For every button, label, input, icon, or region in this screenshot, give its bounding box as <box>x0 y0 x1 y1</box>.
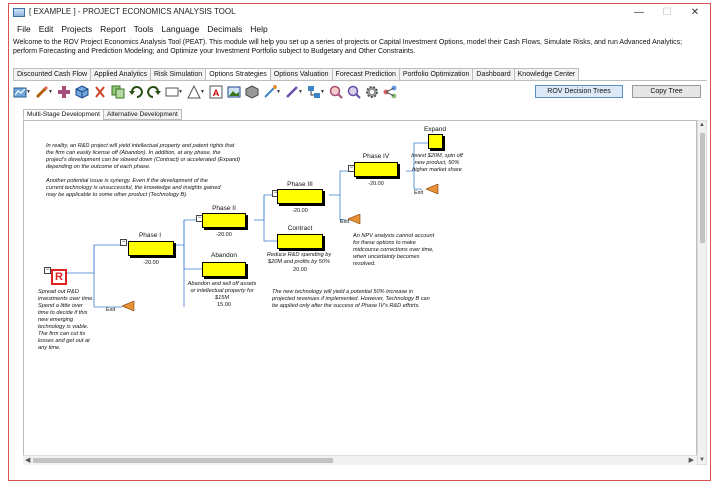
abandon-node[interactable] <box>202 262 246 277</box>
vertical-scroll-thumb[interactable] <box>700 133 705 243</box>
phase2-label: Phase II <box>212 205 236 212</box>
technology-note: The new technology will yield a potentia… <box>272 289 430 309</box>
phase4-value: -20.00 <box>368 181 384 187</box>
exit-label: Exit <box>106 307 116 313</box>
intro-note-1: In reality, an R&D project will yield in… <box>46 143 241 170</box>
vertical-scrollbar[interactable]: ▲ ▼ <box>697 120 707 465</box>
scroll-right-icon[interactable]: ▶ <box>689 456 694 464</box>
pencil-icon[interactable]: ▼ <box>35 85 53 99</box>
menu-language[interactable]: Language <box>157 22 203 37</box>
horizontal-scroll-thumb[interactable] <box>33 458 333 463</box>
cube-icon[interactable] <box>75 85 89 99</box>
triangle-icon[interactable]: ▼ <box>187 85 205 99</box>
menu-projects[interactable]: Projects <box>57 22 96 37</box>
phase3-label: Phase III <box>287 181 313 188</box>
contract-note: Reduce R&D spending by $20M and profits … <box>266 252 332 265</box>
intro-note-2: Another potential issue is synergy. Even… <box>46 178 221 198</box>
app-window: [ EXAMPLE ] - PROJECT ECONOMICS ANALYSIS… <box>8 3 711 481</box>
menu-edit[interactable]: Edit <box>35 22 58 37</box>
image-icon[interactable] <box>227 85 241 99</box>
menu-help[interactable]: Help <box>246 22 271 37</box>
contract-node[interactable] <box>277 234 323 249</box>
contract-label: Contract <box>287 225 313 232</box>
close-button[interactable]: ✕ <box>681 4 709 22</box>
tree-tabs: Multi-Stage Development Alternative Deve… <box>23 109 182 120</box>
chart-icon[interactable]: ▼ <box>13 85 31 99</box>
expand-node[interactable] <box>428 134 443 149</box>
connector-icon[interactable]: ▼ <box>307 85 325 99</box>
scroll-down-icon[interactable]: ▼ <box>699 457 705 463</box>
app-icon <box>13 8 25 17</box>
menu-report[interactable]: Report <box>96 22 130 37</box>
share-icon[interactable] <box>383 85 397 99</box>
scroll-left-icon[interactable]: ◀ <box>25 456 30 464</box>
text-icon[interactable]: A <box>209 85 223 99</box>
decision-tree-canvas[interactable]: − R Spread out R&D investments over time… <box>23 120 697 465</box>
phase2-node[interactable] <box>202 213 246 228</box>
line-icon[interactable]: ▼ <box>263 85 281 99</box>
collapse-toggle[interactable]: − <box>44 267 51 274</box>
phase4-node[interactable] <box>354 162 398 177</box>
start-node[interactable]: R <box>51 269 67 285</box>
menu-file[interactable]: File <box>13 22 35 37</box>
cut-icon[interactable] <box>93 85 107 99</box>
settings-icon[interactable] <box>365 85 379 99</box>
tab-multi-stage-development[interactable]: Multi-Stage Development <box>23 109 103 120</box>
toolbar: ▼ ▼ ▼ ▼ A ▼ ▼ ▼ <box>13 83 533 101</box>
collapse-toggle[interactable]: − <box>120 239 127 246</box>
title-bar: [ EXAMPLE ] - PROJECT ECONOMICS ANALYSIS… <box>9 4 710 22</box>
rectangle-icon[interactable]: ▼ <box>165 85 183 99</box>
add-node-icon[interactable] <box>57 85 71 99</box>
menu-bar: File Edit Projects Report Tools Language… <box>9 22 710 37</box>
phase3-node[interactable] <box>277 189 323 204</box>
contract-value: 20.00 <box>293 267 307 273</box>
menu-decimals[interactable]: Decimals <box>203 22 246 37</box>
exit-label: Exit <box>414 190 424 196</box>
exit-icon[interactable] <box>122 301 136 311</box>
start-note: Spread out R&D investments over time. Sp… <box>38 289 94 351</box>
phase3-value: -20.00 <box>292 208 308 214</box>
module-description: Welcome to the ROV Project Economics Ana… <box>13 39 683 55</box>
maximize-button[interactable]: ☐ <box>653 4 681 22</box>
pen-icon[interactable]: ▼ <box>285 85 303 99</box>
phase1-label: Phase I <box>138 232 162 239</box>
zoom-out-icon[interactable] <box>347 85 361 99</box>
phase4-label: Phase IV <box>362 153 390 160</box>
scroll-up-icon[interactable]: ▲ <box>699 122 705 128</box>
window-title: [ EXAMPLE ] - PROJECT ECONOMICS ANALYSIS… <box>29 7 236 16</box>
menu-tools[interactable]: Tools <box>130 22 158 37</box>
expand-note: Invest $20M, spin off new product, 50% h… <box>411 153 463 173</box>
abandon-note: Abandon and sell off assets or intellect… <box>187 281 257 301</box>
abandon-value: 15.00 <box>217 302 231 308</box>
phase1-value: -20.00 <box>143 260 159 266</box>
phase2-value: -20.00 <box>216 232 232 238</box>
svg-text:A: A <box>213 88 220 98</box>
exit-icon[interactable] <box>426 184 440 194</box>
copy-icon[interactable] <box>111 85 125 99</box>
tab-alternative-development[interactable]: Alternative Development <box>102 109 182 120</box>
hexagon-icon[interactable] <box>245 85 259 99</box>
horizontal-scrollbar[interactable]: ◀ ▶ <box>23 455 697 465</box>
copy-tree-button[interactable]: Copy Tree <box>632 85 701 98</box>
rov-decision-trees-button[interactable]: ROV Decision Trees <box>535 85 623 98</box>
undo-icon[interactable] <box>129 85 143 99</box>
redo-icon[interactable] <box>147 85 161 99</box>
tab-divider <box>13 80 707 81</box>
expand-label: Expand <box>423 126 447 133</box>
exit-icon[interactable] <box>348 214 362 224</box>
npv-note: An NPV analysis cannot account for these… <box>353 233 435 267</box>
minimize-button[interactable]: — <box>625 4 653 22</box>
abandon-label: Abandon <box>210 252 238 259</box>
zoom-in-icon[interactable] <box>329 85 343 99</box>
phase1-node[interactable] <box>128 241 174 256</box>
